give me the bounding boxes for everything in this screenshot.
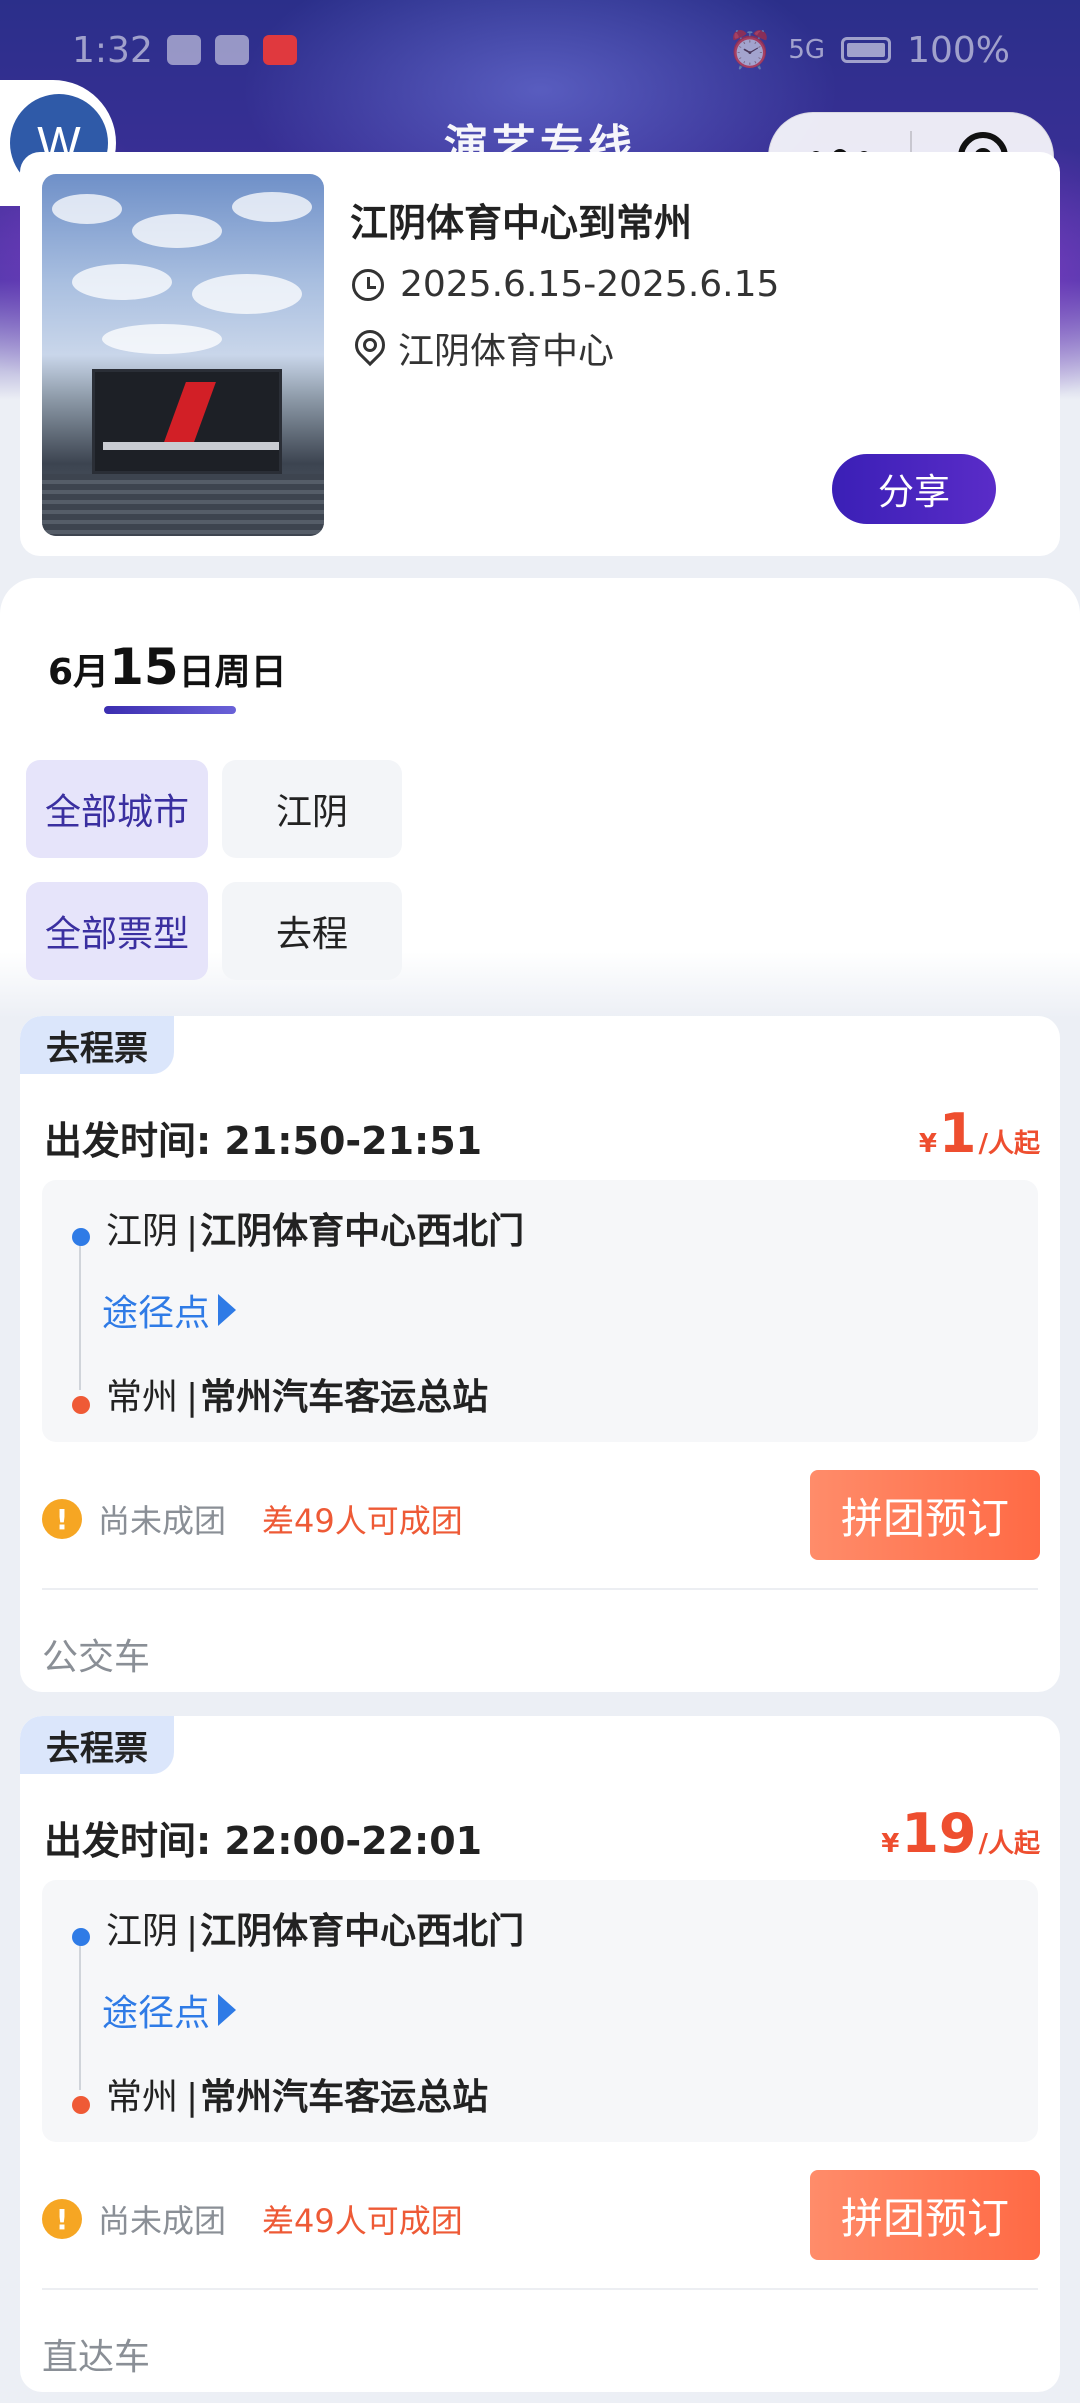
- group-book-button[interactable]: 拼团预订: [810, 1470, 1040, 1560]
- status-bar: 1:32 ⏰ 5G 100%: [0, 0, 1080, 100]
- departure-time: 出发时间: 21:50-21:51: [44, 1119, 483, 1163]
- origin-stop: 江阴 |江阴体育中心西北门: [106, 1911, 525, 1952]
- caret-right-icon: [218, 1994, 237, 2026]
- share-button[interactable]: 分享: [832, 454, 996, 524]
- price-currency: ¥: [918, 1129, 937, 1159]
- location-pin-icon: [352, 330, 382, 366]
- destination-dot-icon: [72, 1396, 90, 1414]
- price-currency: ¥: [881, 1829, 900, 1859]
- route-line: [79, 1240, 81, 1390]
- route-line: [79, 1940, 81, 2090]
- origin-dot-icon: [72, 1928, 90, 1946]
- origin-stop-name: 江阴体育中心西北门: [200, 1211, 525, 1252]
- destination-city: 常州: [106, 2077, 179, 2118]
- ticket-price: ¥ 1 /人起: [919, 1102, 1040, 1165]
- destination-stop-name: 常州汽车客运总站: [200, 1377, 489, 1418]
- filter-city-option[interactable]: 江阴: [222, 760, 402, 858]
- ticket-card[interactable]: 去程票 出发时间: 22:00-22:01 ¥ 19 /人起 江阴 |江阴体育中心…: [20, 1716, 1060, 2392]
- origin-city: 江阴: [106, 1911, 179, 1952]
- ticket-tag: 去程票: [20, 1716, 174, 1774]
- departure-time: 出发时间: 22:00-22:01: [44, 1819, 483, 1863]
- warning-icon: !: [42, 1499, 82, 1539]
- waypoints-label: 途径点: [102, 1993, 211, 2034]
- date-weekday: 日周日: [178, 652, 287, 693]
- filter-all-cities[interactable]: 全部城市: [26, 760, 208, 858]
- event-date-row: 2025.6.15-2025.6.15: [352, 264, 779, 305]
- route-box: 江阴 |江阴体育中心西北门 途径点 常州 |常州汽车客运总站: [42, 1180, 1038, 1442]
- event-card: 江阴体育中心到常州 2025.6.15-2025.6.15 江阴体育中心 分享: [20, 152, 1060, 556]
- group-book-button[interactable]: 拼团预订: [810, 2170, 1040, 2260]
- origin-stop: 江阴 |江阴体育中心西北门: [106, 1211, 525, 1252]
- status-time: 1:32: [72, 29, 153, 71]
- notification-icon: [166, 35, 201, 65]
- group-need-text: 差49人可成团: [262, 1502, 463, 1540]
- price-unit: /人起: [978, 1829, 1041, 1859]
- destination-stop: 常州 |常州汽车客运总站: [106, 2077, 489, 2118]
- event-date: 2025.6.15-2025.6.15: [400, 264, 780, 305]
- date-tab-indicator: [104, 706, 236, 714]
- signal-icon: 5G: [788, 35, 826, 65]
- battery-icon: [841, 37, 892, 63]
- route-box: 江阴 |江阴体育中心西北门 途径点 常州 |常州汽车客运总站: [42, 1880, 1038, 2142]
- battery-level: 100%: [907, 29, 1010, 71]
- group-status: ! 尚未成团 差49人可成团: [42, 2196, 463, 2242]
- vehicle-type: 直达车: [42, 2337, 151, 2378]
- waypoints-link[interactable]: 途径点: [102, 1984, 237, 2036]
- origin-dot-icon: [72, 1228, 90, 1246]
- app-notification-icon: [262, 35, 297, 65]
- date-day: 15: [109, 638, 179, 696]
- ticket-divider: [42, 1588, 1038, 1590]
- event-venue: 江阴体育中心: [398, 331, 615, 372]
- destination-stop: 常州 |常州汽车客运总站: [106, 1377, 489, 1418]
- event-image: [42, 174, 324, 536]
- filter-panel: 6月 15 日周日 全部城市 江阴 全部票型 去程: [0, 578, 1080, 1018]
- vehicle-type: 公交车: [42, 1637, 151, 1678]
- clock-icon: [352, 268, 384, 301]
- origin-stop-name: 江阴体育中心西北门: [200, 1911, 525, 1952]
- waypoints-label: 途径点: [102, 1293, 211, 1334]
- filter-all-ticket-types[interactable]: 全部票型: [26, 882, 208, 980]
- price-value: 1: [938, 1102, 977, 1165]
- destination-stop-name: 常州汽车客运总站: [200, 2077, 489, 2118]
- date-tab[interactable]: 6月 15 日周日: [48, 638, 287, 696]
- event-venue-row: 江阴体育中心: [352, 322, 614, 374]
- ticket-price: ¥ 19 /人起: [881, 1802, 1040, 1865]
- date-month: 6月: [48, 652, 110, 693]
- price-unit: /人起: [978, 1129, 1041, 1159]
- ticket-divider: [42, 2288, 1038, 2290]
- wechat-icon: [214, 35, 249, 65]
- group-need-text: 差49人可成团: [262, 2202, 463, 2240]
- filter-ticket-type-option[interactable]: 去程: [222, 882, 402, 980]
- alarm-icon: ⏰: [727, 30, 773, 71]
- origin-city: 江阴: [106, 1211, 179, 1252]
- destination-city: 常州: [106, 1377, 179, 1418]
- caret-right-icon: [218, 1294, 237, 1326]
- price-value: 19: [901, 1802, 977, 1865]
- waypoints-link[interactable]: 途径点: [102, 1284, 237, 1336]
- group-status-text: 尚未成团: [98, 2202, 227, 2240]
- ticket-card[interactable]: 去程票 出发时间: 21:50-21:51 ¥ 1 /人起 江阴 |江阴体育中心西…: [20, 1016, 1060, 1692]
- event-title: 江阴体育中心到常州: [350, 201, 693, 245]
- ticket-tag: 去程票: [20, 1016, 174, 1074]
- destination-dot-icon: [72, 2096, 90, 2114]
- group-status-text: 尚未成团: [98, 1502, 227, 1540]
- group-status: ! 尚未成团 差49人可成团: [42, 1496, 463, 1542]
- warning-icon: !: [42, 2199, 82, 2239]
